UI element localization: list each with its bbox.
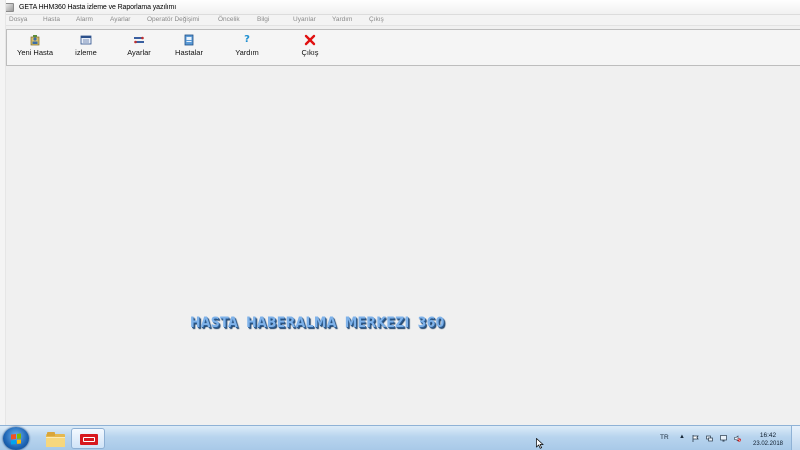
patients-icon	[183, 34, 195, 46]
action-center-flag-icon[interactable]	[692, 435, 699, 442]
volume-muted-icon[interactable]	[734, 435, 741, 442]
toolbar: Yeni Hasta izleme Ayarlar Hastalar ? Yar…	[6, 29, 800, 66]
taskbar-app-button[interactable]	[71, 428, 105, 449]
menu-item-uyarilar[interactable]: Uyarılar	[293, 16, 316, 23]
folder-icon	[46, 432, 65, 447]
menu-bar: Dosya Hasta Alarm Ayarlar Operatör Değiş…	[0, 15, 800, 26]
settings-icon	[133, 34, 145, 46]
menu-item-hasta[interactable]: Hasta	[43, 16, 60, 23]
start-button[interactable]	[3, 427, 29, 450]
clock-time[interactable]: 16:42	[753, 432, 783, 439]
cikis-button[interactable]: Çıkış	[299, 34, 321, 57]
network-icon[interactable]	[706, 435, 713, 442]
cikis-label: Çıkış	[301, 48, 319, 57]
ayarlar-button[interactable]: Ayarlar	[124, 34, 154, 57]
hastalar-button[interactable]: Hastalar	[173, 34, 205, 57]
language-indicator[interactable]: TR	[660, 434, 669, 441]
izleme-button[interactable]: izleme	[73, 34, 99, 57]
app-window-icon	[5, 2, 14, 12]
window-titlebar[interactable]: GETA HHM360 Hasta izleme ve Raporlama ya…	[0, 0, 800, 15]
menu-item-yardim[interactable]: Yardım	[332, 16, 352, 23]
yeni-hasta-label: Yeni Hasta	[17, 48, 53, 57]
monitor-icon	[80, 34, 92, 46]
hastalar-label: Hastalar	[175, 48, 203, 57]
taskbar-explorer-button[interactable]	[37, 428, 71, 449]
menu-item-dosya[interactable]: Dosya	[9, 16, 27, 23]
tray-expand-icon[interactable]: ▲	[679, 434, 685, 440]
windows-logo-icon	[11, 433, 21, 445]
yeni-hasta-button[interactable]: Yeni Hasta	[13, 34, 57, 57]
menu-item-bilgi[interactable]: Bilgi	[257, 16, 269, 23]
taskbar: TR ▲ 16:42 23.02.2018	[0, 425, 800, 450]
main-workspace	[6, 67, 800, 425]
mouse-cursor-icon	[536, 438, 544, 449]
menu-item-operator[interactable]: Operatör Değişimi	[147, 16, 199, 23]
yardim-button[interactable]: ? Yardım	[233, 34, 261, 57]
ayarlar-label: Ayarlar	[127, 48, 151, 57]
new-patient-icon	[29, 34, 41, 46]
show-desktop-button[interactable]	[791, 426, 800, 450]
yardim-label: Yardım	[235, 48, 259, 57]
clock-date[interactable]: 23.02.2018	[751, 441, 785, 447]
help-icon: ?	[244, 34, 250, 45]
app-logo-icon	[80, 434, 98, 445]
izleme-label: izleme	[75, 48, 97, 57]
menu-item-ayarlar[interactable]: Ayarlar	[110, 16, 130, 23]
menu-item-oncelik[interactable]: Öncelik	[218, 16, 240, 23]
window-title: GETA HHM360 Hasta izleme ve Raporlama ya…	[19, 3, 177, 11]
exit-icon	[304, 34, 316, 46]
app-banner-title: HASTA HABERALMA MERKEZI 360	[190, 315, 445, 331]
display-icon[interactable]	[720, 435, 727, 442]
menu-item-alarm[interactable]: Alarm	[76, 16, 93, 23]
menu-item-cikis[interactable]: Çıkış	[369, 16, 384, 23]
